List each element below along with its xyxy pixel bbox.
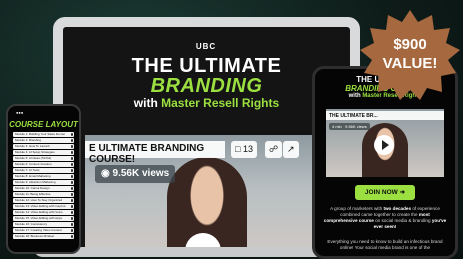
tablet-video-title: THE ULTIMATE BR... xyxy=(326,111,444,120)
share-button[interactable]: ↗ xyxy=(283,141,299,158)
desc-part-a: A group of marketers with xyxy=(330,206,383,211)
hero-subtitle: with Master Resell Rights xyxy=(63,96,350,110)
comment-count: 13 xyxy=(242,144,253,154)
tablet-description-2: Everything you need to know to build an … xyxy=(327,239,443,250)
brand-logo: UBC xyxy=(195,42,217,51)
module-item[interactable]: Module 10: Canva Design xyxy=(13,186,74,191)
tablet-video-meta: 4 min 9.56K views xyxy=(329,123,370,130)
module-item[interactable]: Module 5: AI Ideas (TikTok) xyxy=(13,156,74,161)
eye-icon: ◉ xyxy=(101,168,110,179)
arrow-right-icon: ➜ xyxy=(399,189,406,196)
hero-title-line2: BRANDING xyxy=(150,75,263,97)
module-item[interactable]: Module 14: Video Editing with Voice xyxy=(13,210,74,215)
module-item[interactable]: Module 7: AI Tools xyxy=(13,168,74,173)
tablet-play-button[interactable] xyxy=(374,135,394,155)
module-item[interactable]: Module 18: Business Mindset xyxy=(13,234,74,239)
link-button[interactable]: ☍ xyxy=(265,141,283,158)
comment-button[interactable]: □ 13 xyxy=(231,141,257,158)
video-title: E ULTIMATE BRANDING COURSE! xyxy=(85,141,225,165)
module-item[interactable]: Module 15: Video Editing with Apps xyxy=(13,216,74,221)
link-icon: ☍ xyxy=(269,144,279,154)
module-item[interactable]: Module 11: Being Effective xyxy=(13,192,74,197)
badge-price: $900 xyxy=(393,36,427,53)
module-item[interactable]: Module 4: AI Setup Strategies xyxy=(13,150,74,155)
module-item[interactable]: Module 9: Attraction Marketing xyxy=(13,180,74,185)
phone-mockup: ●●● COURSE LAYOUT Module 1: Building You… xyxy=(6,104,81,254)
tablet-video-duration: 4 min xyxy=(332,124,342,129)
comment-icon: □ xyxy=(235,144,241,154)
join-now-label: JOIN NOW xyxy=(364,189,398,196)
module-item[interactable]: Module 3: How To Launch xyxy=(13,144,74,149)
module-item[interactable]: Module 16: Consistency xyxy=(13,222,74,227)
subtitle-highlight: Master Resell Rights xyxy=(161,96,280,110)
course-layout-header: COURSE LAYOUT xyxy=(9,120,78,129)
desc-part-e: on social media & branding xyxy=(375,218,431,223)
tablet-video-player[interactable]: THE ULTIMATE BR... 4 min 9.56K views xyxy=(326,109,444,177)
module-item[interactable]: Module 12: How To Stay Organized xyxy=(13,198,74,203)
tablet-subtitle-prefix: with xyxy=(348,93,361,99)
module-item[interactable]: Module 2: Branding xyxy=(13,138,74,143)
phone-status-bar: ●●● xyxy=(16,110,24,115)
course-video-player[interactable]: E ULTIMATE BRANDING COURSE! □ 13 ☍ ↗ ◉ 9… xyxy=(85,135,330,255)
join-now-button[interactable]: JOIN NOW ➜ xyxy=(355,185,415,200)
tablet-description: A group of marketers with two decades of… xyxy=(323,206,447,230)
views-badge: ◉ 9.56K views xyxy=(95,165,176,183)
tablet-video-views: 9.56K views xyxy=(345,124,367,129)
module-item[interactable]: Module 8: Email Marketing xyxy=(13,174,74,179)
module-list: Module 1: Building Your Sales Funnel Modu… xyxy=(13,132,74,240)
value-badge-text: $900 VALUE! xyxy=(360,35,460,73)
module-item[interactable]: Module 1: Building Your Sales Funnel xyxy=(13,132,74,137)
module-item[interactable]: Module 17: Creating Video Content xyxy=(13,228,74,233)
subtitle-prefix: with xyxy=(133,96,158,110)
views-count: 9.56K views xyxy=(112,168,170,179)
laptop-screen: UBC THE ULTIMATE BRANDING with Master Re… xyxy=(63,27,350,255)
external-link-icon: ↗ xyxy=(287,144,295,154)
badge-value-label: VALUE! xyxy=(382,55,438,72)
module-item[interactable]: Module 13: Video Editing with CapCut xyxy=(13,204,74,209)
module-item[interactable]: Module 6: Content Creation xyxy=(13,162,74,167)
desc-part-b: two decades xyxy=(383,206,412,211)
